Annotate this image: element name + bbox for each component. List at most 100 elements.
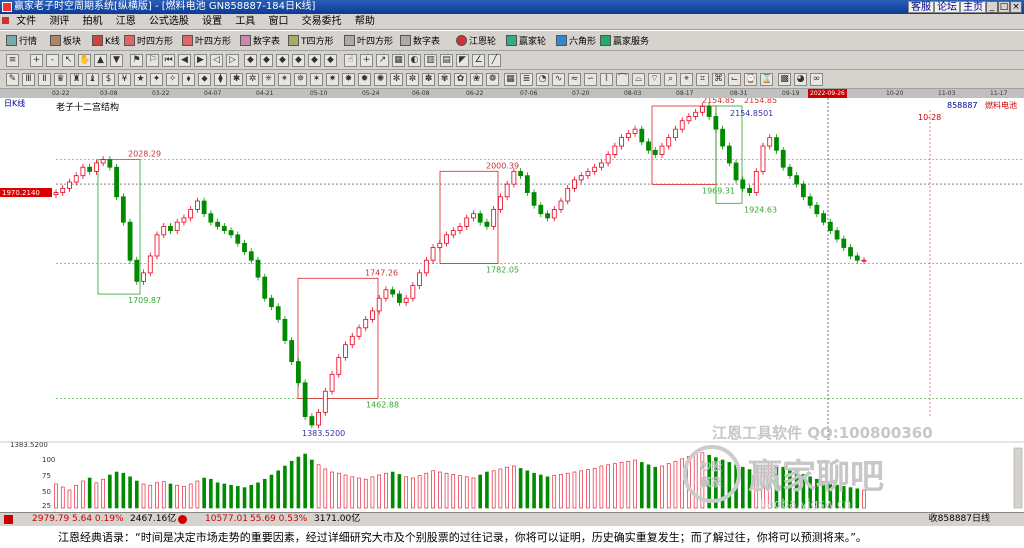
hexagon-button[interactable]: 六角形	[556, 33, 596, 48]
winner-service-button[interactable]: 赢家服务	[600, 33, 649, 48]
menu-help[interactable]: 帮助	[350, 14, 380, 30]
mark23-icon[interactable]: ✿	[454, 73, 467, 86]
right-icon[interactable]: ▷	[226, 54, 239, 67]
time-square-button[interactable]: 时四方形	[124, 33, 173, 48]
mark10-icon[interactable]: ✲	[246, 73, 259, 86]
link-forum[interactable]: 论坛	[934, 1, 960, 13]
menu-formula[interactable]: 公式选股	[144, 14, 194, 30]
curve14-icon[interactable]: ⌛	[760, 73, 773, 86]
mark25-icon[interactable]: ❁	[486, 73, 499, 86]
prev-icon[interactable]: ◀	[178, 54, 191, 67]
mark9-icon[interactable]: ✱	[230, 73, 243, 86]
mark14-icon[interactable]: ✶	[310, 73, 323, 86]
infinity-icon[interactable]: ∞	[810, 73, 823, 86]
zoom-out-icon[interactable]: -	[46, 54, 59, 67]
link-home[interactable]: 主页	[960, 1, 986, 13]
trophy-icon[interactable]: ♛	[54, 73, 67, 86]
grid2-icon[interactable]: ▩	[778, 73, 791, 86]
pie2-icon[interactable]: ◕	[794, 73, 807, 86]
color-icon[interactable]: ◐	[408, 54, 421, 67]
diamond3-icon[interactable]: ◆	[276, 54, 289, 67]
number-table-button[interactable]: 数字表	[240, 33, 280, 48]
mark11-icon[interactable]: ✳	[262, 73, 275, 86]
list-icon[interactable]: ≡	[6, 54, 19, 67]
menu-window[interactable]: 窗口	[264, 14, 294, 30]
curve10-icon[interactable]: ⌗	[696, 73, 709, 86]
curve9-icon[interactable]: ⌖	[680, 73, 693, 86]
arrow-up-icon[interactable]: ▲	[94, 54, 107, 67]
mark21-icon[interactable]: ✽	[422, 73, 435, 86]
zoom-in-icon[interactable]: +	[30, 54, 43, 67]
leaf-square-button-2[interactable]: 叶四方形	[344, 33, 393, 48]
angle-icon[interactable]: ∠	[472, 54, 485, 67]
mark-icon[interactable]: $	[102, 73, 115, 86]
leaf-square-button[interactable]: 叶四方形	[182, 33, 231, 48]
flag2-icon[interactable]: ⚐	[146, 54, 159, 67]
mark20-icon[interactable]: ✼	[406, 73, 419, 86]
left-icon[interactable]: ◁	[210, 54, 223, 67]
mark17-icon[interactable]: ✹	[358, 73, 371, 86]
mark12-icon[interactable]: ✴	[278, 73, 291, 86]
kline-button[interactable]: K线	[92, 33, 120, 48]
curve-icon[interactable]: ∿	[552, 73, 565, 86]
kline-chart[interactable]: 日K线 老子十二宫结构 858887 燃料电池 1970.2140 1383.5…	[0, 98, 1024, 510]
chart-icon[interactable]: ▤	[440, 54, 453, 67]
curve2-icon[interactable]: ≈	[568, 73, 581, 86]
winner-wheel-button[interactable]: 赢家轮	[506, 33, 546, 48]
quote-button[interactable]: 行情	[6, 33, 37, 48]
next-icon[interactable]: ▶	[194, 54, 207, 67]
curve4-icon[interactable]: ⌇	[600, 73, 613, 86]
minimize-button[interactable]: _	[986, 1, 998, 13]
fan-icon[interactable]: ◤	[456, 54, 469, 67]
sector-button[interactable]: 板块	[50, 33, 81, 48]
t-square-button[interactable]: T四方形	[288, 33, 334, 48]
trophy3-icon[interactable]: ♝	[86, 73, 99, 86]
mark4-icon[interactable]: ✦	[150, 73, 163, 86]
first-icon[interactable]: ⏮	[162, 54, 175, 67]
mark18-icon[interactable]: ✺	[374, 73, 387, 86]
trophy2-icon[interactable]: ♜	[70, 73, 83, 86]
mark7-icon[interactable]: ⬥	[198, 73, 211, 86]
diamond-icon[interactable]: ◆	[244, 54, 257, 67]
grid-icon[interactable]: ▦	[392, 54, 405, 67]
stat-icon[interactable]: ≣	[520, 73, 533, 86]
mark8-icon[interactable]: ⧫	[214, 73, 227, 86]
mark13-icon[interactable]: ✵	[294, 73, 307, 86]
menu-gann[interactable]: 江恩	[111, 14, 141, 30]
cursor-icon[interactable]: ↖	[62, 54, 75, 67]
mark2-icon[interactable]: ¥	[118, 73, 131, 86]
link-service[interactable]: 客服	[908, 1, 934, 13]
hand2-icon[interactable]: ☝	[344, 54, 357, 67]
curve5-icon[interactable]: ⌒	[616, 73, 629, 86]
pie-icon[interactable]: ◔	[536, 73, 549, 86]
mark16-icon[interactable]: ✸	[342, 73, 355, 86]
flag-icon[interactable]: ⚑	[130, 54, 143, 67]
diamond6-icon[interactable]: ◆	[324, 54, 337, 67]
curve3-icon[interactable]: ∽	[584, 73, 597, 86]
maximize-button[interactable]: □	[998, 1, 1010, 13]
mark6-icon[interactable]: ⬧	[182, 73, 195, 86]
number-table-button-2[interactable]: 数字表	[400, 33, 440, 48]
gann-wheel-button[interactable]: 江恩轮	[456, 33, 496, 48]
cycle-icon[interactable]: Ⅲ	[22, 73, 35, 86]
cycle2-icon[interactable]: Ⅱ	[38, 73, 51, 86]
mark15-icon[interactable]: ✷	[326, 73, 339, 86]
menu-trade[interactable]: 交易委托	[297, 14, 347, 30]
curve12-icon[interactable]: ⌙	[728, 73, 741, 86]
mark3-icon[interactable]: ★	[134, 73, 147, 86]
curve11-icon[interactable]: ⌘	[712, 73, 725, 86]
curve6-icon[interactable]: ⌓	[632, 73, 645, 86]
menu-test[interactable]: 测评	[44, 14, 74, 30]
menu-settings[interactable]: 设置	[197, 14, 227, 30]
mark5-icon[interactable]: ✧	[166, 73, 179, 86]
mark19-icon[interactable]: ✻	[390, 73, 403, 86]
cross-icon[interactable]: +	[360, 54, 373, 67]
diamond4-icon[interactable]: ◆	[292, 54, 305, 67]
arrow-down-icon[interactable]: ▼	[110, 54, 123, 67]
diamond5-icon[interactable]: ◆	[308, 54, 321, 67]
pen-icon[interactable]: ✎	[6, 73, 19, 86]
menu-file[interactable]: 文件	[11, 14, 41, 30]
curve7-icon[interactable]: ⌔	[648, 73, 661, 86]
vertical-scrollbar[interactable]	[1013, 447, 1023, 509]
bar-icon[interactable]: ▥	[424, 54, 437, 67]
